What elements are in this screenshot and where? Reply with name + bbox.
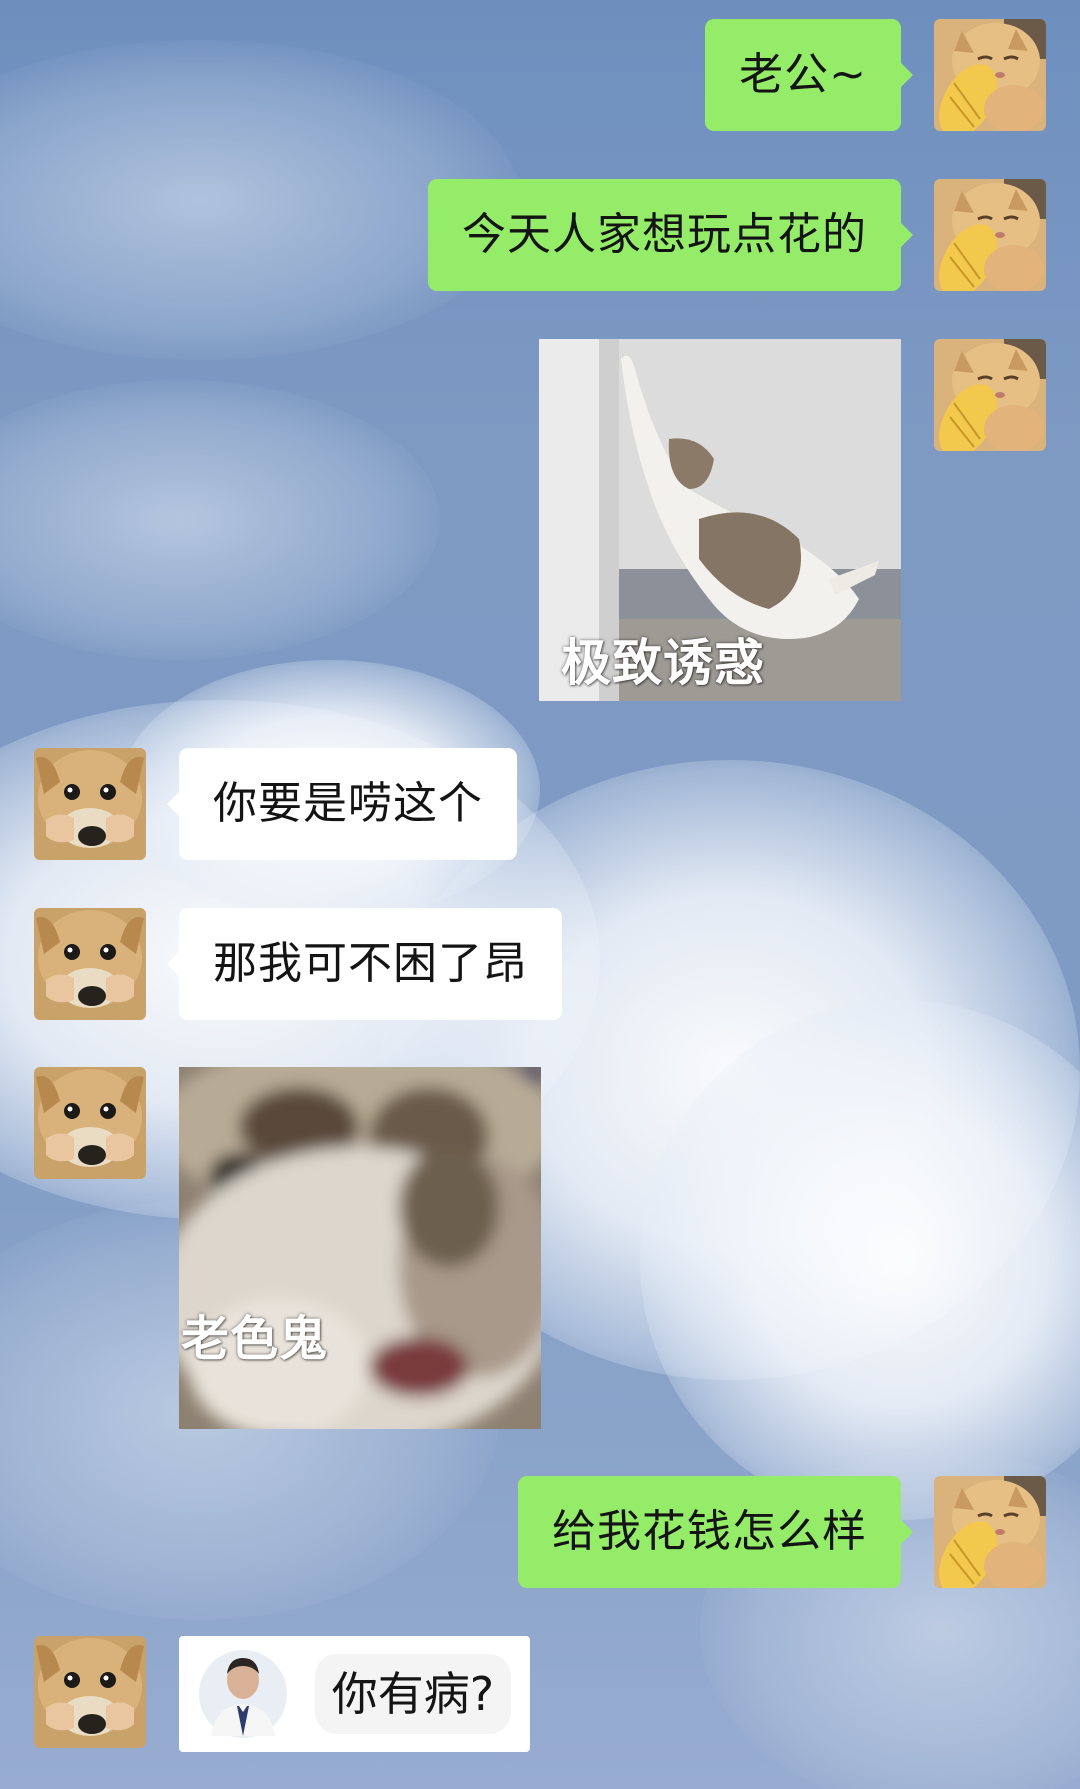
- message-text: 那我可不困了昂: [213, 938, 528, 989]
- sticker-image[interactable]: 老色鬼: [179, 1067, 541, 1429]
- cat-with-fish-avatar-icon: [934, 339, 1046, 451]
- sender-avatar[interactable]: [934, 19, 1046, 131]
- receiver-avatar[interactable]: [34, 1067, 146, 1179]
- receiver-avatar[interactable]: [34, 748, 146, 860]
- sticker-caption: 老色鬼: [181, 1311, 329, 1367]
- message-bubble-received[interactable]: 你要是唠这个: [167, 748, 517, 860]
- background-haze: [0, 380, 440, 660]
- sticker-image[interactable]: 你有病?: [179, 1636, 530, 1752]
- sender-avatar[interactable]: [934, 1476, 1046, 1588]
- dog-face-avatar-icon: [34, 748, 146, 860]
- message-bubble-received[interactable]: 那我可不困了昂: [167, 908, 562, 1020]
- sender-avatar[interactable]: [934, 339, 1046, 451]
- cat-with-fish-avatar-icon: [934, 1476, 1046, 1588]
- message-text: 给我花钱怎么样: [552, 1506, 867, 1557]
- message-text: 你要是唠这个: [213, 778, 483, 829]
- sticker-caption: 极致诱惑: [561, 634, 765, 692]
- message-bubble-sent[interactable]: 给我花钱怎么样: [518, 1476, 913, 1588]
- dog-face-avatar-icon: [34, 908, 146, 1020]
- cat-with-fish-avatar-icon: [934, 19, 1046, 131]
- message-text: 今天人家想玩点花的: [462, 209, 867, 260]
- dog-face-avatar-icon: [34, 1636, 146, 1748]
- dog-face-avatar-icon: [34, 1067, 146, 1179]
- message-bubble-sent[interactable]: 今天人家想玩点花的: [428, 179, 913, 291]
- cat-with-fish-avatar-icon: [934, 179, 1046, 291]
- sticker-image[interactable]: 极致诱惑: [539, 339, 901, 701]
- doctor-portrait-icon: [199, 1650, 287, 1738]
- blurry-cat-face-image: [179, 1067, 541, 1429]
- message-text: 老公~: [739, 49, 867, 100]
- receiver-avatar[interactable]: [34, 1636, 146, 1748]
- sticker-caption: 你有病?: [315, 1654, 511, 1734]
- message-bubble-sent[interactable]: 老公~: [705, 19, 913, 131]
- receiver-avatar[interactable]: [34, 908, 146, 1020]
- chat-screen: 老公~ 今天人家想玩点花的 极致诱惑 你要是唠这个 那我可不困了昂 老色鬼 给我…: [0, 0, 1080, 1789]
- sender-avatar[interactable]: [934, 179, 1046, 291]
